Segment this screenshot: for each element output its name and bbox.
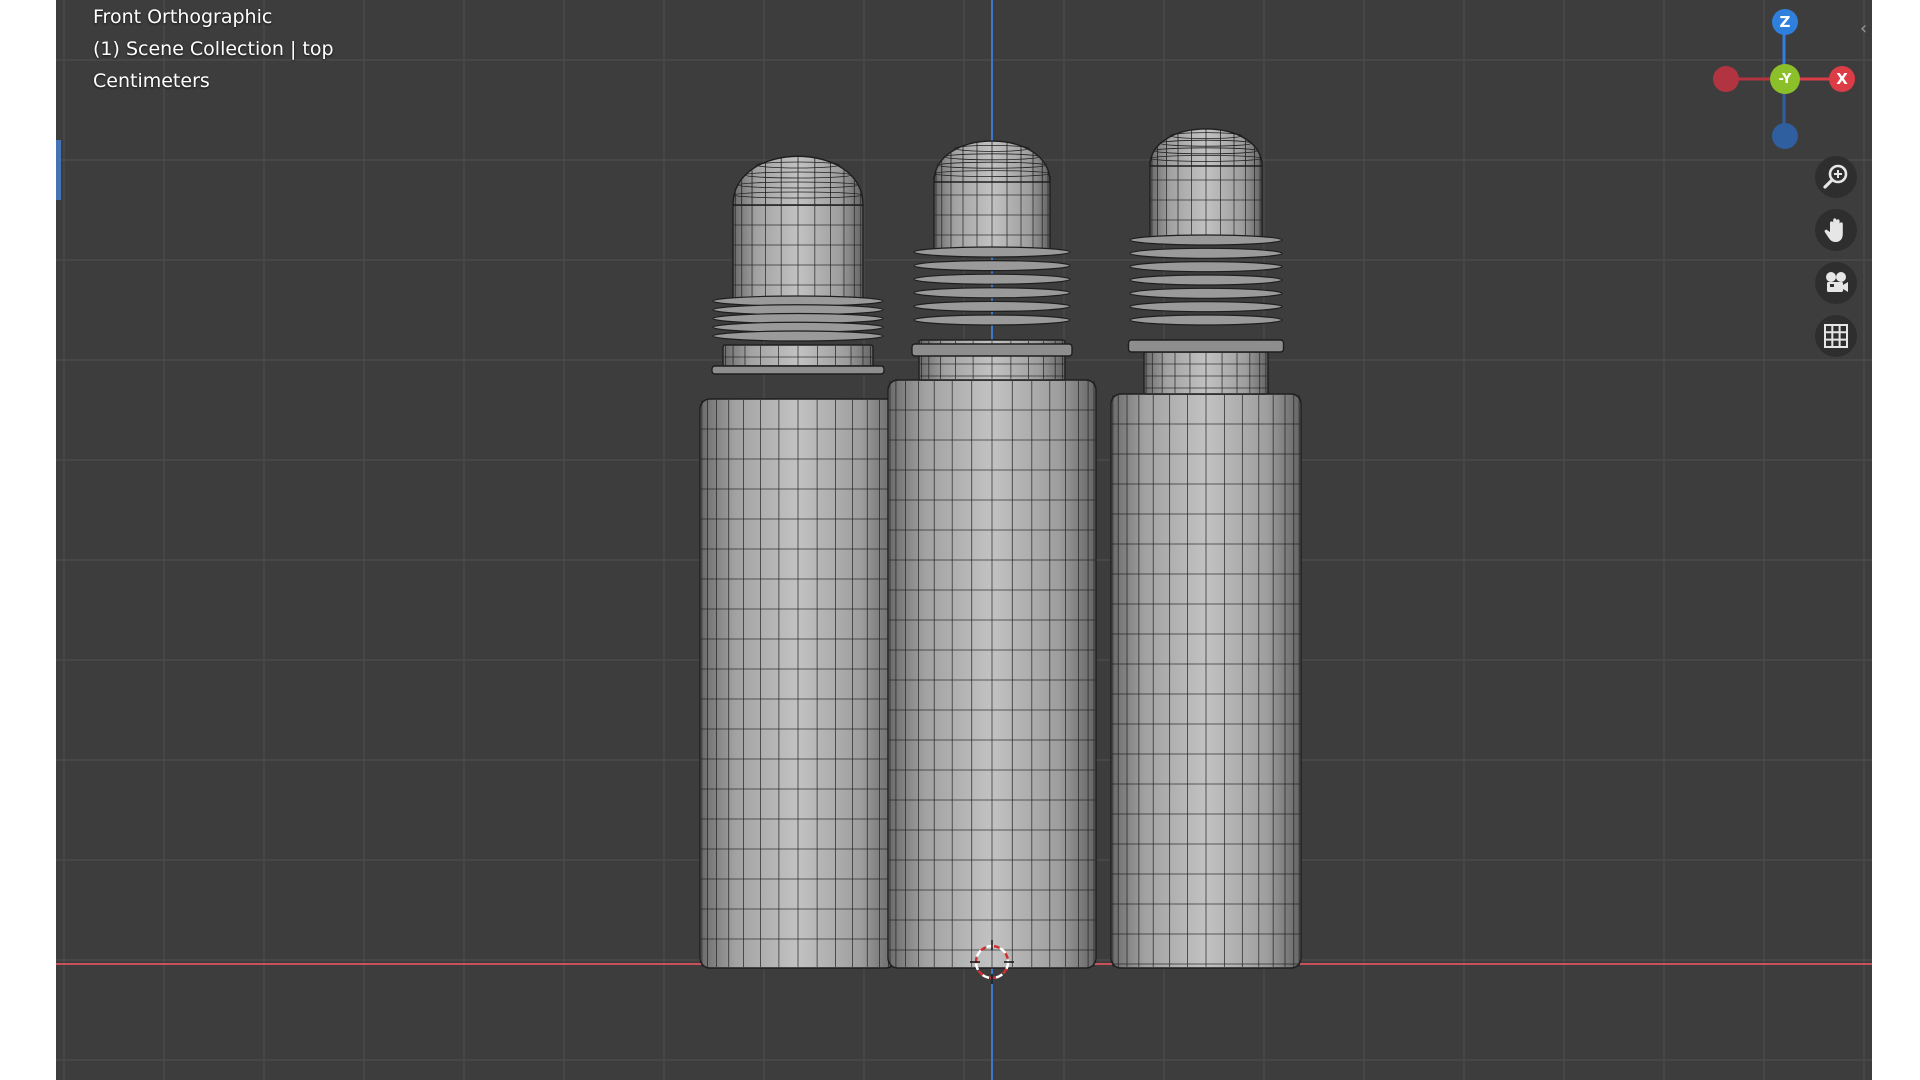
left-margin (0, 0, 56, 1080)
units-label: Centimeters (93, 70, 210, 92)
grid-icon (1824, 324, 1848, 348)
hand-icon (1824, 218, 1843, 242)
viewport-grid (56, 0, 1872, 1080)
right-margin (1872, 0, 1920, 1080)
gizmo-neg-y-axis[interactable]: -Y (1770, 64, 1800, 94)
bottle-middle[interactable] (887, 140, 1097, 969)
bottle-right[interactable] (1110, 128, 1302, 969)
camera-view-button[interactable] (1815, 262, 1857, 304)
collection-label: (1) Scene Collection | top (93, 38, 334, 60)
gizmo-neg-x-axis[interactable] (1713, 66, 1739, 92)
navigation-gizmo[interactable]: Z X -Y (1696, 0, 1856, 150)
view-name-label: Front Orthographic (93, 6, 273, 28)
gizmo-z-axis[interactable]: Z (1772, 9, 1798, 35)
camera-icon (1826, 272, 1848, 292)
region-edge-indicator (56, 140, 61, 200)
pan-button[interactable] (1815, 209, 1857, 251)
3d-viewport[interactable]: Front Orthographic (1) Scene Collection … (56, 0, 1872, 1080)
zoom-button[interactable] (1815, 156, 1857, 198)
bottle-left[interactable] (699, 155, 897, 969)
gizmo-x-axis[interactable]: X (1829, 66, 1855, 92)
sidebar-collapse-icon[interactable]: ‹ (1860, 18, 1867, 39)
ortho-toggle-button[interactable] (1815, 315, 1857, 357)
zoom-icon (1823, 164, 1848, 189)
gizmo-neg-z-axis[interactable] (1772, 123, 1798, 149)
